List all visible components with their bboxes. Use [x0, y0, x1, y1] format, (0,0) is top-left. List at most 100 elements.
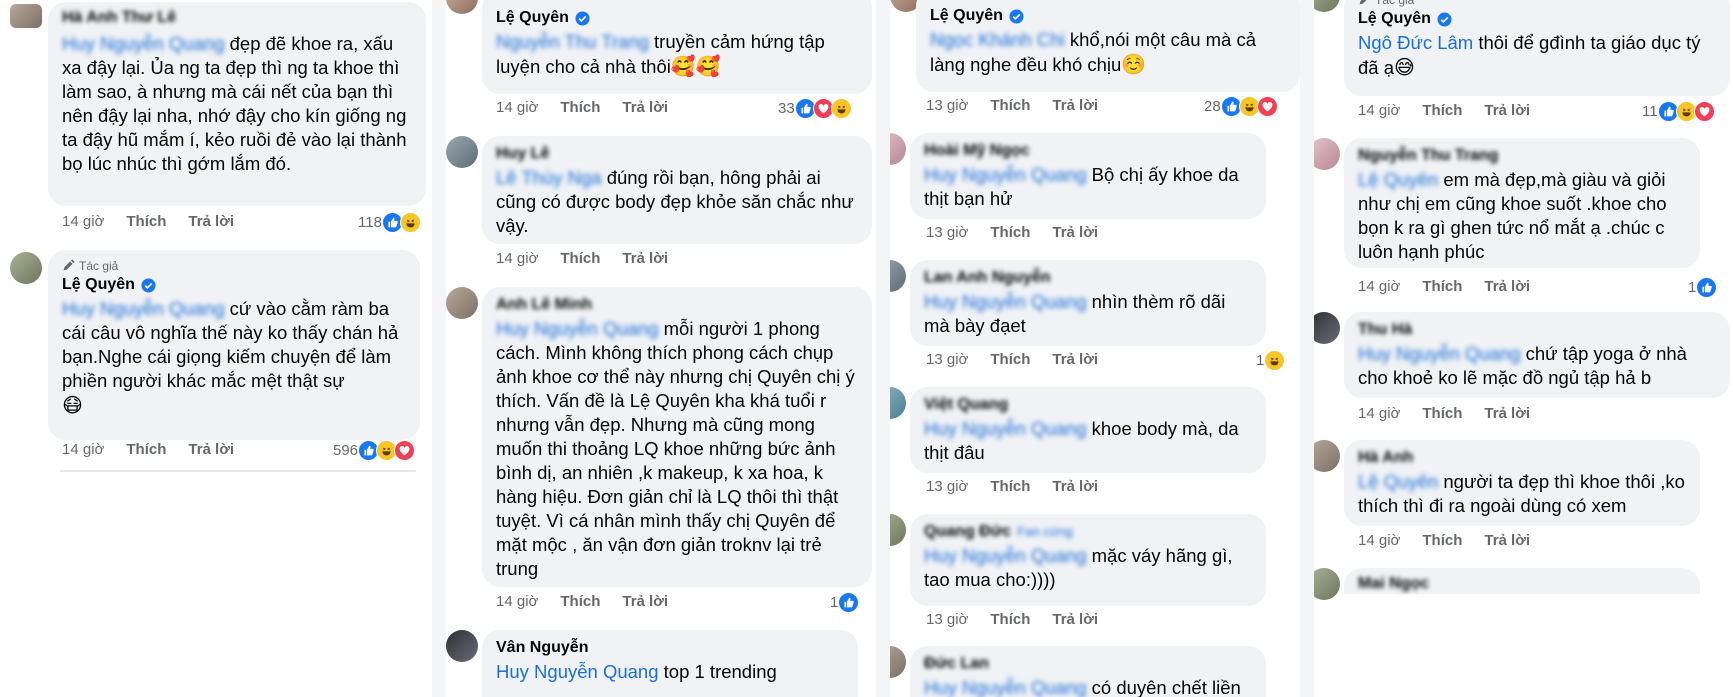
mention-link[interactable]: Huy Nguyễn Quang — [62, 298, 225, 319]
mention-link[interactable]: Nguyễn Thu Trang — [496, 31, 649, 52]
like-button[interactable]: Thích — [1422, 102, 1462, 119]
comment-time[interactable]: 13 giờ — [926, 97, 968, 114]
comment-time[interactable]: 13 giờ — [926, 611, 968, 628]
reply-button[interactable]: Trả lời — [622, 250, 668, 267]
reply-button[interactable]: Trả lời — [1484, 532, 1530, 549]
avatar[interactable] — [1314, 138, 1340, 170]
comment-time[interactable]: 13 giờ — [926, 478, 968, 495]
mention-link[interactable]: Ngọc Khánh Chi — [930, 29, 1065, 50]
like-button[interactable]: Thích — [990, 351, 1030, 368]
like-button[interactable]: Thích — [1422, 405, 1462, 422]
commenter-name[interactable]: Anh Lê Minh — [496, 295, 858, 315]
commenter-name[interactable]: Vân Nguyễn — [496, 638, 844, 658]
commenter-name[interactable]: Lệ Quyên — [1358, 9, 1716, 29]
commenter-name[interactable]: Hoài Mỹ Ngọc — [924, 141, 1252, 161]
commenter-name[interactable]: Lệ Quyên — [496, 8, 858, 28]
reaction-summary[interactable]: 1 — [1256, 350, 1286, 371]
reaction-summary[interactable]: 1 — [1688, 277, 1718, 298]
reply-button[interactable]: Trả lời — [1052, 478, 1098, 495]
avatar[interactable] — [10, 252, 42, 284]
avatar[interactable] — [446, 136, 478, 168]
mention-link[interactable]: Huy Nguyễn Quang — [924, 164, 1087, 185]
avatar[interactable] — [890, 387, 906, 419]
avatar[interactable] — [890, 260, 906, 292]
like-button[interactable]: Thích — [1422, 532, 1462, 549]
commenter-name[interactable]: Lệ Quyên — [62, 275, 406, 295]
like-button[interactable]: Thích — [990, 611, 1030, 628]
reply-button[interactable]: Trả lời — [188, 441, 234, 458]
avatar[interactable] — [1314, 568, 1340, 600]
comment-time[interactable]: 14 giờ — [496, 250, 538, 267]
reply-button[interactable]: Trả lời — [622, 593, 668, 610]
mention-link[interactable]: Huy Nguyễn Quang — [924, 418, 1087, 439]
commenter-name[interactable]: Nguyễn Thu Trang — [1358, 146, 1686, 166]
mention-link[interactable]: Huy Nguyễn Quang — [496, 318, 659, 339]
mention-link[interactable]: Lệ Quyên — [1358, 169, 1438, 190]
commenter-name[interactable]: Quang Đức Fan cứng — [924, 522, 1252, 542]
comment-time[interactable]: 14 giờ — [1358, 102, 1400, 119]
avatar[interactable] — [446, 287, 478, 319]
reply-button[interactable]: Trả lời — [1052, 224, 1098, 241]
like-button[interactable]: Thích — [126, 441, 166, 458]
comment-time[interactable]: 14 giờ — [1358, 405, 1400, 422]
commenter-name[interactable]: Mai Ngọc — [1358, 574, 1686, 594]
like-button[interactable]: Thích — [990, 97, 1030, 114]
avatar[interactable] — [1314, 440, 1340, 472]
commenter-name[interactable]: Hà Anh Thư Lê — [62, 8, 412, 28]
reply-button[interactable]: Trả lời — [1052, 97, 1098, 114]
commenter-name[interactable]: Huy Lê — [496, 144, 858, 164]
reply-button[interactable]: Trả lời — [188, 213, 234, 230]
comment-time[interactable]: 14 giờ — [62, 213, 104, 230]
reaction-summary[interactable]: 11 — [1642, 101, 1715, 122]
reply-button[interactable]: Trả lời — [1052, 611, 1098, 628]
comment-time[interactable]: 14 giờ — [496, 99, 538, 116]
verified-icon — [1009, 8, 1024, 24]
like-button[interactable]: Thích — [560, 99, 600, 116]
mention-link[interactable]: Huy Nguyễn Quang — [1358, 343, 1521, 364]
like-button[interactable]: Thích — [560, 593, 600, 610]
reply-button[interactable]: Trả lời — [622, 99, 668, 116]
comment-time[interactable]: 13 giờ — [926, 224, 968, 241]
avatar[interactable] — [1314, 0, 1340, 12]
mention-link[interactable]: Lệ Quyên — [1358, 471, 1438, 492]
reply-button[interactable]: Trả lời — [1052, 351, 1098, 368]
reaction-summary[interactable]: 28 — [1204, 96, 1278, 117]
avatar[interactable] — [10, 4, 42, 28]
reply-button[interactable]: Trả lời — [1484, 278, 1530, 295]
mention-link[interactable]: Huy Nguyễn Quang — [924, 677, 1087, 697]
avatar[interactable] — [446, 630, 478, 662]
commenter-name[interactable]: Đức Lan — [924, 654, 1252, 674]
comment-time[interactable]: 13 giờ — [926, 351, 968, 368]
avatar[interactable] — [890, 646, 906, 678]
comment-time[interactable]: 14 giờ — [1358, 532, 1400, 549]
avatar[interactable] — [1314, 312, 1340, 344]
avatar[interactable] — [890, 514, 906, 546]
reply-button[interactable]: Trả lời — [1484, 405, 1530, 422]
reaction-summary[interactable]: 596 — [333, 440, 416, 461]
like-button[interactable]: Thích — [990, 224, 1030, 241]
like-button[interactable]: Thích — [1422, 278, 1462, 295]
mention-link[interactable]: Huy Nguyễn Quang — [496, 661, 659, 682]
reply-button[interactable]: Trả lời — [1484, 102, 1530, 119]
comment-time[interactable]: 14 giờ — [1358, 278, 1400, 295]
like-button[interactable]: Thích — [990, 478, 1030, 495]
mention-link[interactable]: Huy Nguyễn Quang — [924, 291, 1087, 312]
mention-link[interactable]: Ngô Đức Lâm — [1358, 32, 1473, 53]
commenter-name[interactable]: Thu Hà — [1358, 320, 1716, 340]
reaction-summary[interactable]: 1 — [830, 592, 860, 613]
mention-link[interactable]: Huy Nguyễn Quang — [924, 545, 1087, 566]
reaction-summary[interactable]: 118 — [358, 212, 421, 233]
commenter-name[interactable]: Hà Anh — [1358, 448, 1686, 468]
mention-link[interactable]: Lê Thùy Nga — [496, 167, 602, 188]
commenter-name[interactable]: Lệ Quyên — [930, 6, 1286, 26]
comment-time[interactable]: 14 giờ — [62, 441, 104, 458]
commenter-name[interactable]: Lan Anh Nguyễn — [924, 268, 1252, 288]
mention-link[interactable]: Huy Nguyễn Quang — [62, 33, 225, 54]
avatar[interactable] — [890, 133, 906, 165]
avatar[interactable] — [446, 0, 478, 14]
comment-time[interactable]: 14 giờ — [496, 593, 538, 610]
like-button[interactable]: Thích — [126, 213, 166, 230]
commenter-name[interactable]: Việt Quang — [924, 395, 1252, 415]
like-button[interactable]: Thích — [560, 250, 600, 267]
reaction-summary[interactable]: 33 — [778, 98, 852, 119]
